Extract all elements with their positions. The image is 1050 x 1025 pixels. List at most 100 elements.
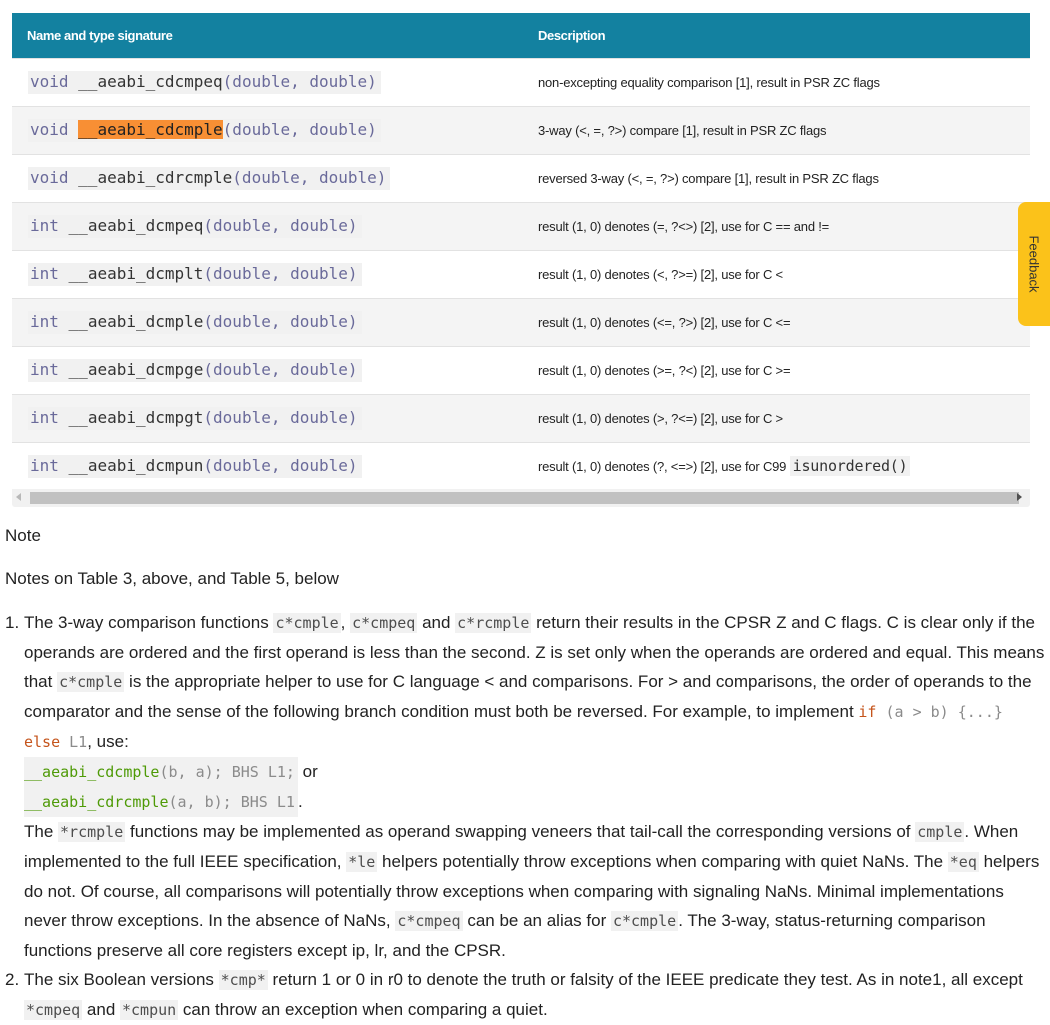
function-name-prefix: __ xyxy=(78,119,98,139)
description-cell: result (1, 0) denotes (=, ?<>) [2], use … xyxy=(523,201,1030,250)
code-example-line-2: __aeabi_cdrcmple(a, b); BHS L1. xyxy=(24,787,1045,817)
function-args: (double, double) xyxy=(203,455,358,475)
description-cell: result (1, 0) denotes (<, ?>=) [2], use … xyxy=(523,249,1030,298)
header-description[interactable]: Description xyxy=(523,13,1030,58)
table-row: void __aeabi_cdrcmple(double, double) re… xyxy=(12,153,1030,202)
description-cell: result (1, 0) denotes (<=, ?>) [2], use … xyxy=(523,297,1030,346)
scrollbar-thumb[interactable] xyxy=(30,492,1019,504)
function-name: __aeabi_dcmplt xyxy=(68,263,204,283)
scroll-left-icon[interactable] xyxy=(16,493,21,501)
text: The six Boolean versions xyxy=(24,970,219,989)
list-number: 1. xyxy=(5,613,20,632)
signature-code: int __aeabi_dcmpgt(double, double) xyxy=(28,406,362,430)
inline-code: c*cmpeq xyxy=(395,911,463,931)
text: The 3-way comparison functions xyxy=(24,613,274,632)
signature-code: int __aeabi_dcmpun(double, double) xyxy=(28,454,362,478)
description-cell: result (1, 0) denotes (>=, ?<) [2], use … xyxy=(523,345,1030,394)
text: . xyxy=(297,792,303,811)
signature-code: int __aeabi_dcmple(double, double) xyxy=(28,310,362,334)
signature-table-wrapper: Name and type signature Description void… xyxy=(12,13,1030,490)
signature-cell: void __aeabi_cdcmpeq(double, double) xyxy=(12,57,523,106)
search-highlight: __aeabi_cdcmple xyxy=(78,119,223,139)
feedback-label: Feedback xyxy=(1026,235,1042,293)
function-name: __aeabi_cdcmpeq xyxy=(78,71,223,91)
text: , xyxy=(340,613,351,632)
text: functions may be implemented as operand … xyxy=(125,822,916,841)
inline-code: cmple xyxy=(915,822,965,842)
table-row: int __aeabi_dcmpge(double, double) resul… xyxy=(12,345,1030,394)
table-row: void __aeabi_cdcmple(double, double) 3-w… xyxy=(12,105,1030,154)
note-item-1: 1. The 3-way comparison functions c*cmpl… xyxy=(5,608,1045,965)
signature-cell: void __aeabi_cdrcmple(double, double) xyxy=(12,153,523,202)
signature-code: void __aeabi_cdcmple(double, double) xyxy=(28,118,381,142)
table-horizontal-scrollbar[interactable] xyxy=(12,489,1030,507)
signature-code: void __aeabi_cdrcmple(double, double) xyxy=(28,166,391,190)
inline-code: c*rcmple xyxy=(455,613,532,633)
return-type: int xyxy=(30,311,59,331)
description-cell: reversed 3-way (<, =, ?>) compare [1], r… xyxy=(523,153,1030,202)
return-type: void xyxy=(30,71,69,91)
note-2-paragraph: The six Boolean versions *cmp* return 1 … xyxy=(24,965,1045,1025)
function-args: (double, double) xyxy=(203,311,358,331)
inline-code: c*cmple xyxy=(610,911,679,931)
function-name: __aeabi_dcmpge xyxy=(68,359,204,379)
table-row: int __aeabi_dcmpeq(double, double) resul… xyxy=(12,201,1030,250)
feedback-button[interactable]: Feedback xyxy=(1018,202,1050,326)
return-type: int xyxy=(30,455,59,475)
description-cell: result (1, 0) denotes (?, <=>) [2], use … xyxy=(523,441,1030,490)
text: and xyxy=(82,1000,120,1019)
list-number: 2. xyxy=(5,970,20,989)
header-signature[interactable]: Name and type signature xyxy=(12,13,523,58)
note-1-paragraph-2: The *rcmple functions may be implemented… xyxy=(24,817,1045,965)
table-header-row: Name and type signature Description xyxy=(12,13,1030,58)
return-type: void xyxy=(30,119,69,139)
signature-code: int __aeabi_dcmplt(double, double) xyxy=(28,262,362,286)
description-cell: non-excepting equality comparison [1], r… xyxy=(523,57,1030,106)
description-code: isunordered() xyxy=(789,456,911,477)
signature-cell: int __aeabi_dcmplt(double, double) xyxy=(12,249,523,298)
inline-code: *rcmple xyxy=(58,822,126,842)
note-item-2: 2. The six Boolean versions *cmp* return… xyxy=(5,965,1045,1025)
table-row: int __aeabi_dcmpun(double, double) resul… xyxy=(12,441,1030,490)
signature-code: int __aeabi_dcmpeq(double, double) xyxy=(28,214,362,238)
note-subtitle: Notes on Table 3, above, and Table 5, be… xyxy=(5,569,339,588)
text: , use: xyxy=(87,732,129,751)
function-name: __aeabi_dcmpeq xyxy=(68,215,204,235)
inline-code: *eq xyxy=(947,852,979,872)
text: return 1 or 0 in r0 to denote the truth … xyxy=(267,970,1023,989)
inline-code: c*cmple xyxy=(57,672,125,692)
description-cell: 3-way (<, =, ?>) compare [1], result in … xyxy=(523,105,1030,154)
function-args: (double, double) xyxy=(203,215,358,235)
code-function: __aeabi_cdcmple xyxy=(24,763,160,781)
code-rest: (b, a); BHS L1; xyxy=(159,763,295,781)
signature-table: Name and type signature Description void… xyxy=(12,13,1030,490)
inline-code: c*cmple xyxy=(273,613,341,633)
code-rest: (a, b); BHS L1 xyxy=(168,793,295,811)
function-args: (double, double) xyxy=(203,407,358,427)
table-row: void __aeabi_cdcmpeq(double, double) non… xyxy=(12,57,1030,106)
function-name: __aeabi_dcmpun xyxy=(68,455,204,475)
text: and xyxy=(417,613,456,632)
text: can be an alias for xyxy=(462,911,611,930)
note-1-paragraph: The 3-way comparison functions c*cmple , … xyxy=(24,608,1045,757)
return-type: int xyxy=(30,359,59,379)
code-keyword: if xyxy=(858,703,877,721)
text: The xyxy=(24,822,59,841)
return-type: int xyxy=(30,263,59,283)
signature-cell: int __aeabi_dcmpgt(double, double) xyxy=(12,393,523,442)
code-function: __aeabi_cdrcmple xyxy=(24,793,169,811)
function-args: (double, double) xyxy=(203,359,358,379)
code-condition: (a > b) {...} xyxy=(876,703,1003,721)
function-name: __aeabi_cdrcmple xyxy=(78,167,233,187)
note-heading: Note xyxy=(5,526,41,545)
return-type: void xyxy=(30,167,69,187)
scroll-right-icon[interactable] xyxy=(1017,493,1022,501)
code-keyword: else xyxy=(24,733,61,751)
signature-cell: int __aeabi_dcmpun(double, double) xyxy=(12,441,523,490)
function-args: (double, double) xyxy=(203,263,358,283)
signature-cell: int __aeabi_dcmple(double, double) xyxy=(12,297,523,346)
code-example-line-1: __aeabi_cdcmple(b, a); BHS L1; or xyxy=(24,757,1045,787)
inline-code: *cmpun xyxy=(120,1000,179,1020)
inline-code: *cmpeq xyxy=(24,1000,83,1020)
table-row: int __aeabi_dcmple(double, double) resul… xyxy=(12,297,1030,346)
